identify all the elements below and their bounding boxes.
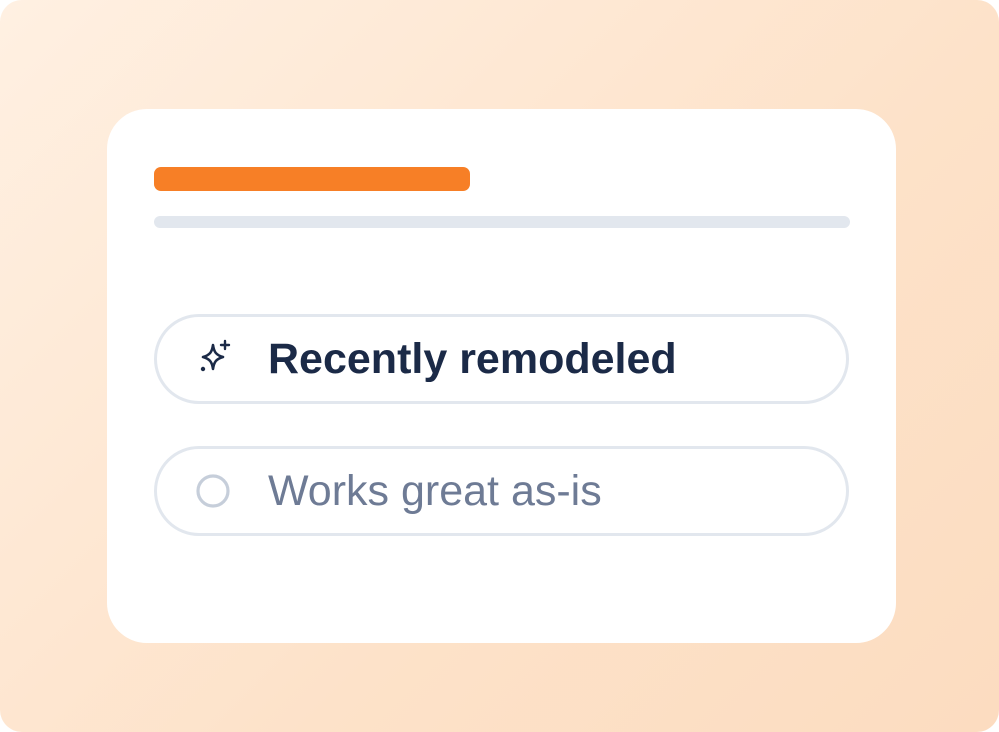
option-label: Recently remodeled	[268, 334, 677, 383]
option-works-great-as-is[interactable]: Works great as-is	[154, 446, 849, 536]
sparkles-icon	[195, 339, 235, 379]
subtitle-placeholder-bar	[154, 216, 850, 228]
question-card: Recently remodeled Works great as-is	[107, 109, 896, 643]
option-recently-remodeled[interactable]: Recently remodeled	[154, 314, 849, 404]
radio-circle-icon	[195, 471, 235, 511]
background-canvas: Recently remodeled Works great as-is	[0, 0, 999, 732]
title-placeholder-bar	[154, 167, 470, 191]
option-label: Works great as-is	[268, 466, 602, 515]
